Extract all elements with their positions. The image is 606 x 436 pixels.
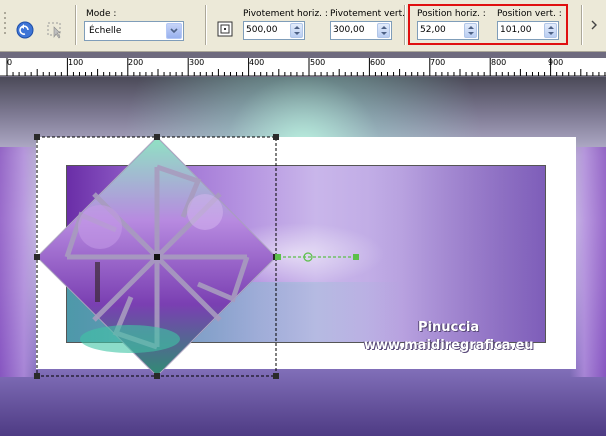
- ruler-label: 200: [128, 58, 144, 67]
- ruler-label: 400: [249, 58, 265, 67]
- apply-button[interactable]: [45, 20, 65, 40]
- spin-up-icon: [547, 25, 554, 29]
- spin-up-icon: [467, 25, 474, 29]
- rotation-handle[interactable]: [353, 254, 359, 260]
- ruler-label: 300: [189, 58, 205, 67]
- pointer-icon: [47, 22, 61, 39]
- pivot-horiz-value: 500,00: [246, 25, 278, 35]
- selection-overlay: [34, 134, 359, 379]
- pivot-vert-label: Pivotement vert. :: [330, 9, 411, 19]
- pos-vert-label: Position vert. :: [497, 9, 562, 19]
- grip-icon: [4, 12, 6, 34]
- toolbar-separator: [581, 5, 583, 45]
- toolbar-overflow-button[interactable]: [588, 16, 602, 36]
- tool-options-toolbar: Mode : Échelle Pivotement horiz. : 500,0…: [0, 0, 606, 52]
- ruler-label: 900: [548, 58, 564, 67]
- mode-select-value: Échelle: [89, 26, 122, 36]
- mode-select[interactable]: Échelle: [84, 21, 184, 41]
- spin-up-icon: [293, 25, 300, 29]
- tree-canopy: [78, 205, 122, 249]
- spin-down-icon: [380, 32, 387, 36]
- mode-label: Mode :: [86, 9, 117, 19]
- ruler-ticks: [6, 58, 606, 76]
- spin-down-icon: [547, 32, 554, 36]
- forest-path: [80, 325, 180, 353]
- pos-vert-spinner[interactable]: [544, 23, 557, 38]
- watermark-url: www.maidiregrafica.eu: [364, 338, 534, 353]
- pos-vert-field[interactable]: 101,00: [497, 21, 559, 40]
- tree-canopy: [187, 194, 223, 230]
- pos-vert-value: 101,00: [500, 25, 532, 35]
- ruler-label: 800: [491, 58, 507, 67]
- overflow-chevron-icon: [591, 20, 597, 30]
- pivot-horiz-field[interactable]: 500,00: [243, 21, 305, 40]
- toolbar-separator: [205, 5, 207, 45]
- pivot-horiz-spinner[interactable]: [290, 23, 303, 38]
- toolbar-grip[interactable]: [3, 10, 9, 38]
- pivot-vert-value: 300,00: [333, 25, 365, 35]
- pivot-center-button[interactable]: [215, 19, 235, 39]
- pivot-handle[interactable]: [275, 254, 281, 260]
- undo-arrow-icon: [16, 21, 34, 39]
- dropdown-button[interactable]: [166, 23, 182, 39]
- ruler-label: 100: [68, 58, 84, 67]
- pos-horiz-value: 52,00: [420, 25, 446, 35]
- pos-horiz-spinner[interactable]: [464, 23, 477, 38]
- spin-down-icon: [467, 32, 474, 36]
- spin-up-icon: [380, 25, 387, 29]
- ruler-label: 700: [430, 58, 446, 67]
- chevron-down-icon: [170, 28, 178, 34]
- pivot-vert-spinner[interactable]: [377, 23, 390, 38]
- ruler-label: 600: [370, 58, 386, 67]
- pos-horiz-field[interactable]: 52,00: [417, 21, 479, 40]
- spin-down-icon: [293, 32, 300, 36]
- ruler-label: 500: [310, 58, 326, 67]
- reset-button[interactable]: [15, 20, 35, 40]
- ruler-label: 0: [7, 58, 13, 67]
- toolbar-separator: [75, 5, 77, 45]
- pos-horiz-label: Position horiz. :: [417, 9, 486, 19]
- toolbar-separator: [404, 5, 406, 45]
- watermark-name: Pinuccia: [418, 320, 480, 335]
- horizontal-ruler: 0 100 200 300 400 500 600 700 800 900: [0, 58, 606, 76]
- pivot-center-icon: [217, 21, 233, 37]
- pivot-vert-field[interactable]: 300,00: [330, 21, 392, 40]
- tree-trunk: [95, 262, 100, 302]
- pivot-horiz-label: Pivotement horiz. :: [243, 9, 328, 19]
- image-canvas[interactable]: Pinuccia www.maidiregrafica.eu: [0, 77, 606, 436]
